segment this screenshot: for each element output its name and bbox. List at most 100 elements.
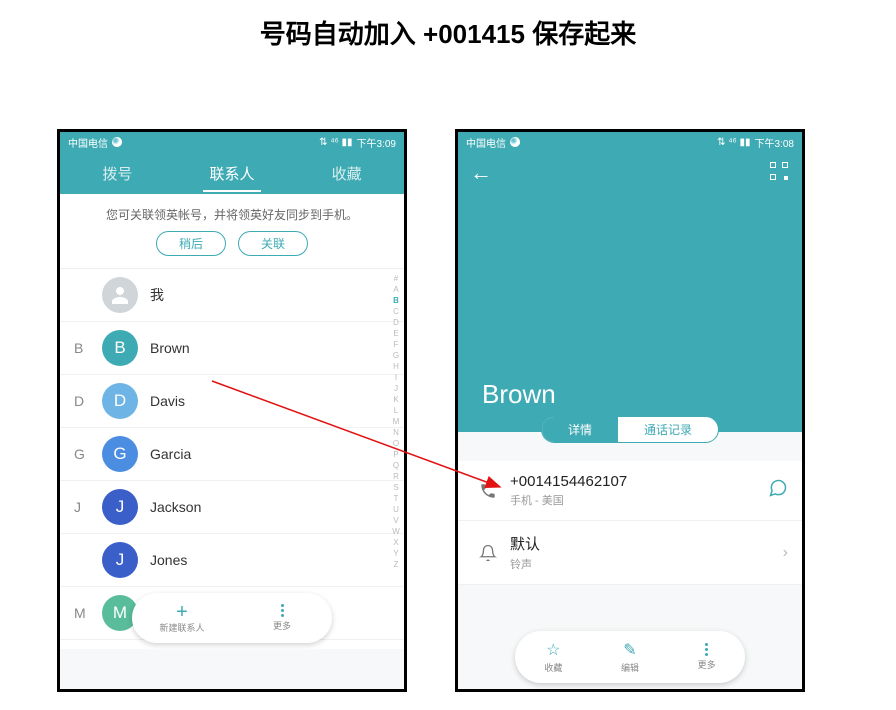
avatar: J: [102, 542, 138, 578]
index-letter[interactable]: Q: [390, 460, 402, 471]
tab-favorites[interactable]: 收藏: [289, 152, 404, 194]
index-letter[interactable]: M: [390, 416, 402, 427]
bottom-bar: ☆收藏 ✎编辑 更多: [515, 631, 745, 683]
index-letter[interactable]: I: [390, 372, 402, 383]
ringtone-sub: 铃声: [510, 556, 540, 572]
seg-calllog[interactable]: 通话记录: [618, 417, 718, 442]
index-letter[interactable]: O: [390, 438, 402, 449]
section-letter: M: [74, 605, 86, 621]
contact-hero: 中国电信 ⇅ ⁴⁶ ▮▮ 下午3:08 ← Brown: [458, 132, 802, 432]
more-button[interactable]: 更多: [232, 593, 332, 643]
section-letter: D: [74, 393, 84, 409]
index-letter[interactable]: W: [390, 526, 402, 537]
qr-icon[interactable]: [770, 162, 788, 180]
index-letter[interactable]: B: [390, 295, 402, 306]
status-bar: 中国电信 ⇅ ⁴⁶ ▮▮ 下午3:08: [458, 132, 802, 152]
linkedin-banner: 您可关联领英帐号，并将领英好友同步到手机。 稍后 关联: [60, 194, 404, 269]
section-letter: G: [74, 446, 85, 462]
index-letter[interactable]: R: [390, 471, 402, 482]
index-letter[interactable]: X: [390, 537, 402, 548]
back-button[interactable]: ←: [470, 160, 492, 186]
contacts-screen: 中国电信 ⇅ ⁴⁶ ▮▮ 下午3:09 拨号 联系人 收藏 您可关联领英帐号，并将…: [57, 129, 407, 692]
avatar: G: [102, 436, 138, 472]
contact-row[interactable]: D D Davis: [60, 375, 404, 428]
me-row[interactable]: 我: [60, 269, 404, 322]
link-button[interactable]: 关联: [238, 231, 308, 256]
avatar: B: [102, 330, 138, 366]
star-icon: ☆: [546, 640, 560, 660]
contact-name: Brown: [150, 340, 190, 356]
index-letter[interactable]: C: [390, 306, 402, 317]
ringtone-row[interactable]: 默认 铃声 ›: [458, 521, 802, 585]
index-letter[interactable]: A: [390, 284, 402, 295]
avatar-me: [102, 277, 138, 313]
fab-bar: +新建联系人 更多: [132, 593, 332, 643]
section-letter: J: [74, 499, 81, 515]
status-bar: 中国电信 ⇅ ⁴⁶ ▮▮ 下午3:09: [60, 132, 404, 152]
contact-row[interactable]: J J Jackson: [60, 481, 404, 534]
pencil-icon: ✎: [623, 640, 636, 660]
contact-name: Garcia: [150, 446, 191, 462]
contact-row[interactable]: J Jones: [60, 534, 404, 587]
index-letter[interactable]: G: [390, 350, 402, 361]
carrier-label: 中国电信: [68, 135, 108, 150]
banner-text: 您可关联领英帐号，并将领英好友同步到手机。: [70, 206, 394, 223]
tab-dial[interactable]: 拨号: [60, 152, 175, 194]
contact-list[interactable]: 我 BBBrownDDDavisGGGarciaJJJacksonJJonesM…: [60, 269, 404, 649]
contact-name: Brown: [482, 379, 556, 410]
clock: 下午3:08: [755, 135, 794, 150]
contact-name: Jones: [150, 552, 187, 568]
avatar: J: [102, 489, 138, 525]
index-letter[interactable]: Z: [390, 559, 402, 570]
carrier-label: 中国电信: [466, 135, 506, 150]
section-letter: B: [74, 340, 83, 356]
dots-icon: [281, 604, 284, 617]
index-letter[interactable]: N: [390, 427, 402, 438]
clock: 下午3:09: [357, 135, 396, 150]
phone-row[interactable]: +0014154462107 手机 - 美国: [458, 461, 802, 521]
index-letter[interactable]: U: [390, 504, 402, 515]
new-contact-button[interactable]: +新建联系人: [132, 593, 232, 643]
top-tabs: 拨号 联系人 收藏: [60, 152, 404, 194]
index-letter[interactable]: F: [390, 339, 402, 350]
index-letter[interactable]: H: [390, 361, 402, 372]
tab-contacts[interactable]: 联系人: [175, 152, 290, 194]
index-letter[interactable]: K: [390, 394, 402, 405]
index-letter[interactable]: T: [390, 493, 402, 504]
contact-row[interactable]: G G Garcia: [60, 428, 404, 481]
contact-row[interactable]: B B Brown: [60, 322, 404, 375]
phone-type: 手机 - 美国: [510, 492, 627, 508]
alpha-index[interactable]: #ABCDEFGHIJKLMNOPQRSTUVWXYZ: [390, 269, 402, 649]
index-letter[interactable]: L: [390, 405, 402, 416]
chevron-right-icon: ›: [783, 544, 788, 562]
edit-button[interactable]: ✎编辑: [592, 631, 669, 683]
seg-detail[interactable]: 详情: [542, 417, 618, 442]
contact-name: Jackson: [150, 499, 201, 515]
contact-name: Davis: [150, 393, 185, 409]
index-letter[interactable]: J: [390, 383, 402, 394]
globe-icon: [112, 137, 122, 147]
avatar: D: [102, 383, 138, 419]
dots-icon: [705, 643, 708, 656]
index-letter[interactable]: D: [390, 317, 402, 328]
page-title: 号码自动加入 +001415 保存起来: [0, 0, 896, 59]
plus-icon: +: [176, 603, 188, 621]
index-letter[interactable]: Y: [390, 548, 402, 559]
signal-icon: ⇅ ⁴⁶ ▮▮: [319, 137, 352, 148]
index-letter[interactable]: V: [390, 515, 402, 526]
index-letter[interactable]: #: [390, 273, 402, 284]
index-letter[interactable]: S: [390, 482, 402, 493]
more-button[interactable]: 更多: [668, 631, 745, 683]
contact-detail-screen: 中国电信 ⇅ ⁴⁶ ▮▮ 下午3:08 ← Brown 详情 通话记录 +0014…: [455, 129, 805, 692]
message-icon[interactable]: [768, 478, 788, 503]
globe-icon: [510, 137, 520, 147]
bell-icon: [474, 544, 502, 562]
index-letter[interactable]: P: [390, 449, 402, 460]
segment-control: 详情 通话记录: [458, 416, 802, 443]
index-letter[interactable]: E: [390, 328, 402, 339]
favorite-button[interactable]: ☆收藏: [515, 631, 592, 683]
ringtone-title: 默认: [510, 533, 540, 554]
me-label: 我: [150, 285, 164, 305]
signal-icon: ⇅ ⁴⁶ ▮▮: [717, 137, 750, 148]
later-button[interactable]: 稍后: [156, 231, 226, 256]
